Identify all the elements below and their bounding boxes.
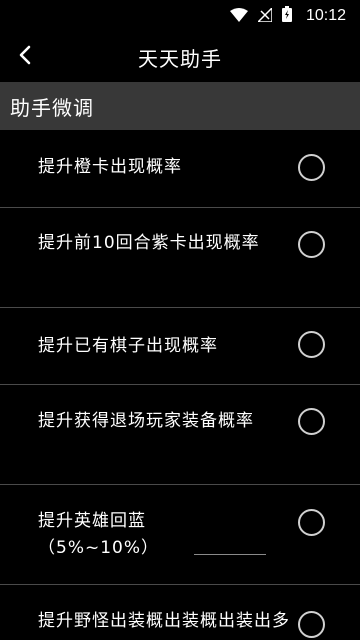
input-underline[interactable] (194, 554, 266, 555)
option-radio[interactable] (298, 331, 325, 358)
option-purple-card[interactable]: 提升前10回合紫卡出现概率 (0, 208, 360, 308)
option-orange-card[interactable]: 提升橙卡出现概率 (0, 130, 360, 208)
section-title: 助手微调 (10, 95, 94, 120)
option-label: 提升已有棋子出现概率 (38, 336, 218, 356)
option-exit-player-gear[interactable]: 提升获得退场玩家装备概率 (0, 385, 360, 485)
battery-icon (281, 6, 292, 26)
option-radio[interactable] (298, 509, 325, 536)
option-owned-pieces[interactable]: 提升已有棋子出现概率 (0, 308, 360, 385)
option-radio[interactable] (298, 611, 325, 638)
option-label: 提升野怪出装概出装概出装出多 (38, 611, 290, 631)
back-button[interactable] (8, 40, 42, 74)
option-label: 提升前10回合紫卡出现概率 (38, 233, 260, 253)
status-bar: 10:12 (0, 0, 360, 32)
wifi-icon (229, 7, 248, 26)
option-label: 提升获得退场玩家装备概率 (38, 411, 254, 431)
option-label: 提升橙卡出现概率 (38, 157, 182, 177)
app-bar: 天天助手 (0, 32, 360, 82)
section-header: 助手微调 (0, 82, 360, 130)
chevron-left-icon (18, 45, 32, 69)
options-list: 提升橙卡出现概率 提升前10回合紫卡出现概率 提升已有棋子出现概率 提升获得退场… (0, 130, 360, 640)
option-label: 提升英雄回蓝 (38, 511, 146, 531)
option-radio[interactable] (298, 231, 325, 258)
status-time: 10:12 (305, 7, 346, 24)
option-sub-label: （5%~10%） (38, 538, 159, 558)
option-hero-mana[interactable]: 提升英雄回蓝 （5%~10%） (0, 485, 360, 585)
signal-icon (256, 5, 273, 26)
page-title: 天天助手 (138, 46, 222, 71)
option-monster-gear[interactable]: 提升野怪出装概出装概出装出多 (0, 585, 360, 640)
option-radio[interactable] (298, 408, 325, 435)
option-radio[interactable] (298, 154, 325, 181)
